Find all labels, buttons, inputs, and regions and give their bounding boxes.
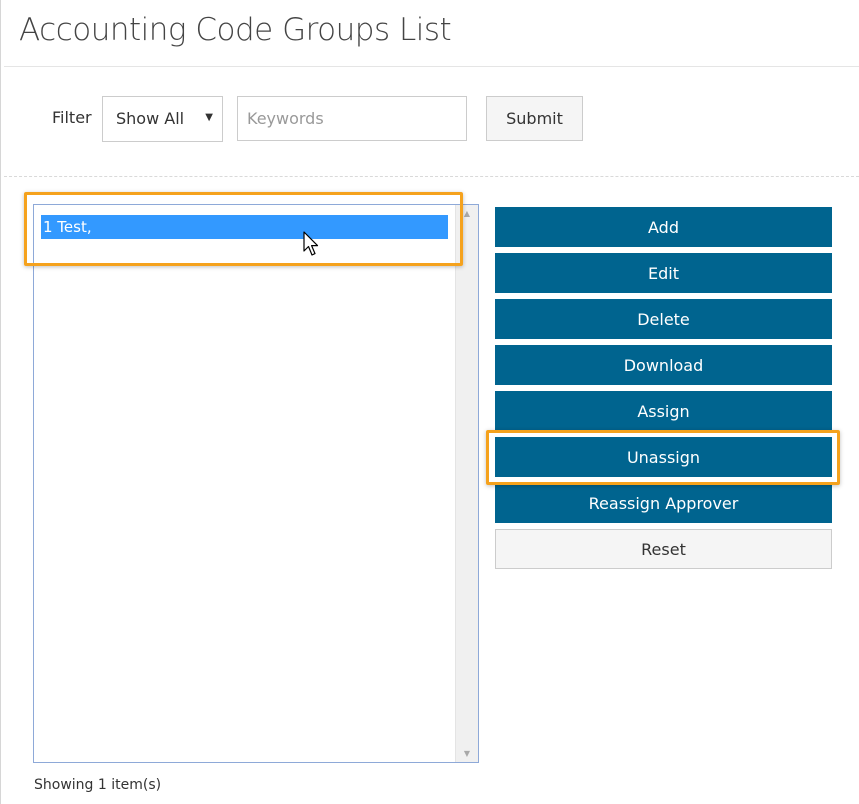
- mouse-pointer-icon: [303, 231, 319, 256]
- item-count: Showing 1 item(s): [34, 777, 162, 793]
- caret-down-icon: ▼: [205, 112, 213, 123]
- title-divider: [4, 66, 859, 67]
- reassign-approver-button[interactable]: Reassign Approver: [495, 483, 832, 523]
- download-button[interactable]: Download: [495, 345, 832, 385]
- edit-button[interactable]: Edit: [495, 253, 832, 293]
- list-scrollbar[interactable]: ▲ ▼: [455, 205, 478, 762]
- filter-select-value: Show All: [116, 109, 185, 128]
- reset-button[interactable]: Reset: [495, 529, 832, 569]
- keywords-input[interactable]: [237, 96, 467, 141]
- page-title: Accounting Code Groups List: [19, 12, 452, 48]
- section-divider: [4, 176, 859, 177]
- scroll-up-arrow-icon[interactable]: ▲: [456, 205, 478, 222]
- list-item[interactable]: 1 Test,: [41, 215, 448, 239]
- filter-select[interactable]: Show All ▼: [102, 96, 223, 142]
- frame-border: [0, 0, 1, 804]
- assign-button[interactable]: Assign: [495, 391, 832, 431]
- delete-button[interactable]: Delete: [495, 299, 832, 339]
- accounting-code-group-list[interactable]: 1 Test, ▲ ▼: [33, 204, 479, 763]
- filter-label: Filter: [52, 108, 92, 127]
- unassign-button[interactable]: Unassign: [495, 437, 832, 477]
- submit-button[interactable]: Submit: [486, 96, 583, 141]
- scroll-down-arrow-icon[interactable]: ▼: [456, 745, 478, 762]
- add-button[interactable]: Add: [495, 207, 832, 247]
